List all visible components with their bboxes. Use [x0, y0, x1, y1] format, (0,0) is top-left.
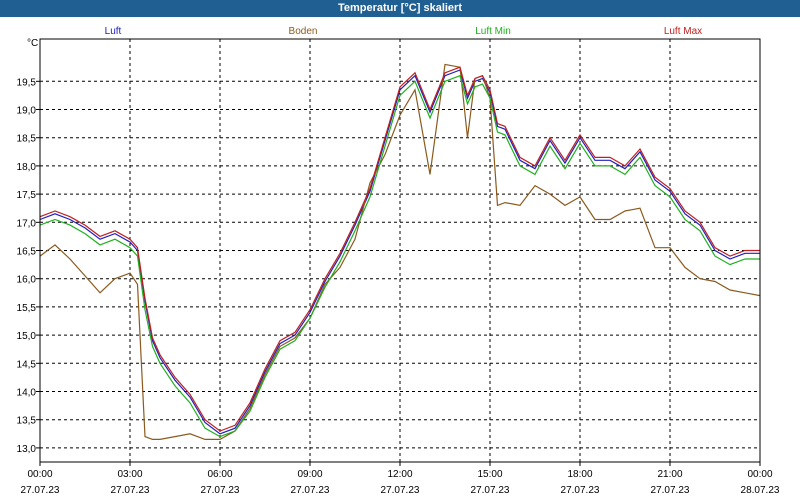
legend-entry-luft-max: Luft Max: [664, 26, 702, 37]
y-tick-label: 16,0: [17, 275, 37, 286]
x-tick-time: 12:00: [387, 469, 412, 480]
x-tick-time: 06:00: [207, 469, 232, 480]
y-axis-unit: °C: [27, 38, 38, 49]
y-tick-label: 16,5: [17, 247, 37, 258]
x-tick-time: 21:00: [657, 469, 682, 480]
x-axis-ticks: 00:00 27.07.23 03:00 27.07.23 06:00 27.07.23 0…: [21, 462, 780, 496]
x-tick-date: 27.07.23: [21, 485, 60, 496]
x-tick-date: 28.07.23: [741, 485, 780, 496]
y-tick-label: 18,5: [17, 134, 37, 145]
legend: Luft Boden Luft Min Luft Max: [105, 26, 703, 37]
x-tick-time: 09:00: [297, 469, 322, 480]
y-axis-ticks: 13,0 13,5 14,0 14,5 15,0 15,5 16,0 16,5 17,0 17,5…: [17, 77, 40, 455]
x-tick-date: 27.07.23: [111, 485, 150, 496]
x-tick-time: 15:00: [477, 469, 502, 480]
x-tick-date: 27.07.23: [201, 485, 240, 496]
temperature-chart: Luft Boden Luft Min Luft Max °C 13,0 13,5 14,…: [17, 26, 780, 496]
x-tick-date: 27.07.23: [291, 485, 330, 496]
y-tick-label: 14,0: [17, 388, 37, 399]
grid-lines: [40, 39, 760, 462]
chart-title-bar: Temperatur [°C] skaliert: [0, 0, 800, 17]
y-tick-label: 13,0: [17, 444, 37, 455]
x-tick-time: 18:00: [567, 469, 592, 480]
x-tick-date: 27.07.23: [651, 485, 690, 496]
x-tick-date: 27.07.23: [471, 485, 510, 496]
y-tick-label: 15,5: [17, 303, 37, 314]
legend-entry-luft: Luft: [105, 26, 122, 37]
y-tick-label: 18,0: [17, 162, 37, 173]
x-tick-date: 27.07.23: [381, 485, 420, 496]
x-tick-time: 00:00: [27, 469, 52, 480]
legend-entry-boden: Boden: [289, 26, 318, 37]
y-tick-label: 19,0: [17, 106, 37, 117]
x-tick-time: 00:00: [747, 469, 772, 480]
y-tick-label: 14,5: [17, 359, 37, 370]
y-tick-label: 15,0: [17, 331, 37, 342]
legend-entry-luft-min: Luft Min: [475, 26, 511, 37]
chart-title: Temperatur [°C] skaliert: [337, 2, 462, 14]
x-tick-time: 03:00: [117, 469, 142, 480]
x-tick-date: 27.07.23: [561, 485, 600, 496]
y-tick-label: 17,5: [17, 190, 37, 201]
y-tick-label: 13,5: [17, 416, 37, 427]
y-tick-label: 17,0: [17, 218, 37, 229]
y-tick-label: 19,5: [17, 77, 37, 88]
